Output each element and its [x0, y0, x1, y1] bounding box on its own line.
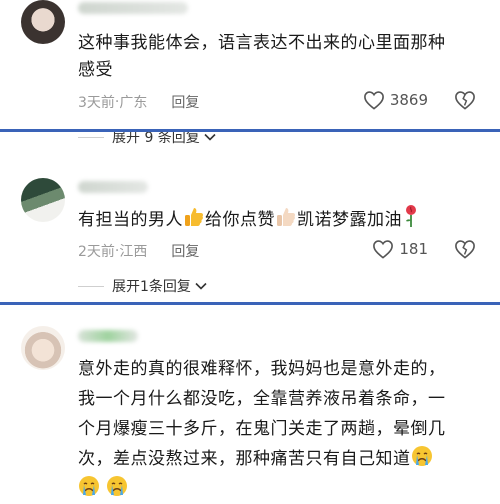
like-button[interactable]: 181	[372, 239, 428, 259]
comment-text-line: 我一个月什么都没吃，全靠营养液吊着条命，一	[78, 389, 446, 409]
expand-label: 展开1条回复	[112, 279, 191, 295]
avatar[interactable]	[21, 326, 65, 370]
comment-text-line: 个月爆瘦三十多斤，在鬼门关走了两趟，晕倒几	[78, 419, 446, 439]
username-blurred[interactable]	[78, 2, 188, 14]
thumbs-up-emoji	[185, 208, 203, 226]
chevron-down-icon	[195, 282, 207, 290]
comment-text: 意外走的真的很难释怀，我妈妈也是意外走的， 我一个月什么都没吃，全靠营养液吊着条…	[78, 354, 476, 504]
avatar[interactable]	[21, 0, 65, 44]
heart-outline-icon	[373, 240, 394, 259]
dislike-button[interactable]	[454, 239, 476, 263]
comment-text-line: 这种事我能体会，语言表达不出来的心里面那种	[78, 33, 446, 53]
comment-location: 江西	[119, 244, 148, 260]
section-divider	[0, 129, 500, 132]
comment-text-part: 凯诺梦露加油	[297, 210, 402, 230]
expand-line	[78, 136, 104, 138]
crying-emoji	[411, 446, 432, 466]
expand-replies-button[interactable]: 展开1条回复	[78, 276, 207, 296]
username-blurred[interactable]	[78, 330, 138, 342]
avatar[interactable]	[21, 178, 65, 222]
chevron-down-icon	[204, 133, 216, 141]
dislike-heart-icon	[455, 240, 475, 259]
crying-emoji	[79, 476, 99, 496]
comment-meta: 2天前 · 江西 回复	[78, 241, 199, 261]
comment-text-part: 有担当的男人	[78, 210, 183, 230]
comment-text: 这种事我能体会，语言表达不出来的心里面那种 感受	[78, 30, 476, 84]
comment-text-line: 次，差点没熬过来，那种痛苦只有自己知道	[78, 449, 411, 469]
comment-text-line: 意外走的真的很难释怀，我妈妈也是意外走的，	[78, 359, 446, 379]
expand-line	[78, 285, 104, 287]
like-button[interactable]: 3869	[363, 90, 428, 110]
comment-time: 2天前	[78, 244, 115, 260]
crying-emoji	[106, 476, 127, 496]
dislike-button[interactable]	[454, 90, 476, 114]
rose-emoji	[406, 205, 416, 227]
comment-meta: 3天前 · 广东 回复	[78, 92, 199, 112]
dislike-heart-icon	[455, 91, 475, 110]
reply-button[interactable]: 回复	[171, 241, 199, 261]
comment-time: 3天前	[78, 95, 115, 111]
comment-location: 广东	[119, 95, 148, 111]
comment-text: 有担当的男人 给你点赞 凯诺梦露加油	[78, 204, 476, 234]
comment-text-line: 感受	[78, 60, 113, 80]
section-divider	[0, 302, 500, 305]
comment-text-part: 给你点赞	[205, 210, 275, 230]
like-count: 181	[399, 240, 428, 258]
username-blurred[interactable]	[78, 181, 148, 193]
thumbs-up-emoji-light	[277, 208, 295, 226]
reply-button[interactable]: 回复	[171, 92, 199, 112]
heart-outline-icon	[363, 91, 384, 110]
like-count: 3869	[389, 91, 428, 109]
